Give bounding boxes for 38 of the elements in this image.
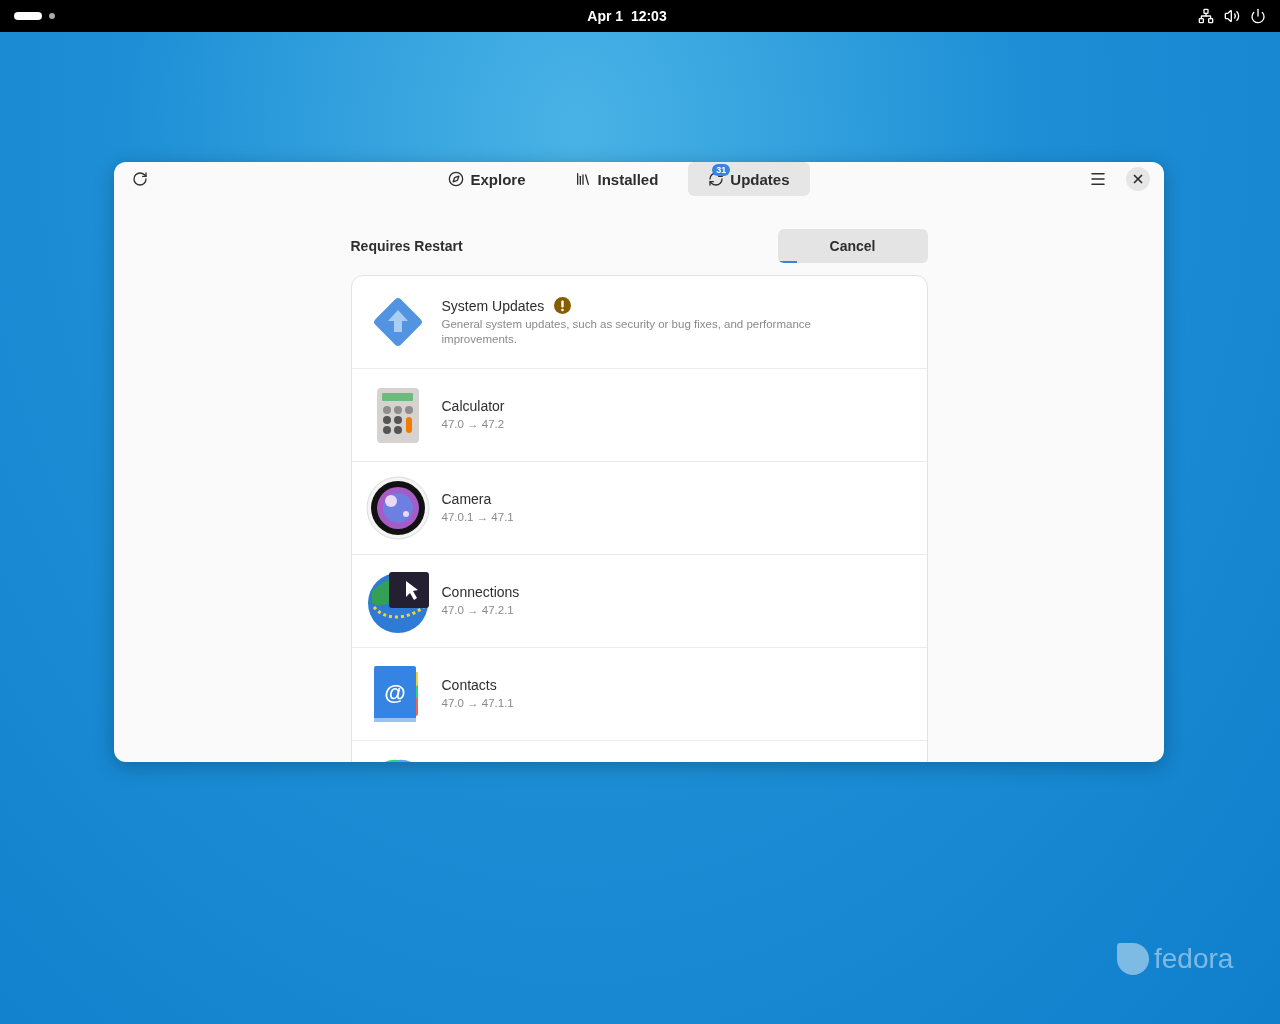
tab[interactable]: 31 Updates: [688, 162, 810, 196]
menu-icon: [1089, 170, 1107, 188]
camera-lens-icon: [365, 476, 430, 540]
tab-label: Explore: [470, 170, 526, 188]
update-row[interactable]: System Updates General system updates, such as security or bug fixes, and performance improvements.: [351, 276, 927, 369]
refresh-icon: [132, 171, 148, 187]
section-title: Requires Restart: [350, 238, 463, 254]
globe-cursor-icon: [365, 569, 430, 633]
update-row[interactable]: @ Contacts 47.0 → 47.1.1: [351, 648, 927, 741]
tab[interactable]: Installed: [555, 162, 679, 196]
close-icon: [1131, 172, 1145, 186]
app-name: Calculator: [441, 398, 505, 414]
version-change: 47.0.1 → 47.1: [441, 510, 514, 525]
library-icon: [575, 171, 592, 187]
workspace-indicator-icon[interactable]: [14, 12, 56, 20]
power-icon[interactable]: [1250, 8, 1266, 24]
version-change: 47.0 → 47.1.1: [441, 696, 514, 711]
compass-icon: [448, 171, 465, 187]
volume-icon[interactable]: [1224, 8, 1240, 24]
update-row[interactable]: Connections 47.0 → 47.2.1: [351, 555, 927, 648]
app-name: Contacts: [441, 677, 497, 693]
network-icon[interactable]: [1198, 8, 1214, 24]
update-row[interactable]: Camera 47.0.1 → 47.1: [351, 462, 927, 555]
count-badge: 31: [712, 164, 731, 176]
app-description: General system updates, such as security or bug fixes, and performance improvements.: [441, 317, 812, 347]
update-row[interactable]: Calculator 47.0 → 47.2: [351, 369, 927, 462]
clock[interactable]: Apr 1 12:03: [587, 8, 667, 24]
close-button[interactable]: [1126, 167, 1150, 191]
cancel-button[interactable]: Cancel: [777, 229, 928, 263]
wallpaper-logo: fedora: [1116, 942, 1234, 976]
app-name: System Updates: [441, 297, 545, 314]
app-name: Camera: [441, 491, 492, 507]
tab[interactable]: Explore: [428, 162, 546, 196]
tab-label: Updates: [730, 170, 790, 188]
version-change: 47.0 → 47.2.1: [441, 603, 515, 618]
tab-label: Installed: [597, 170, 659, 188]
version-change: 47.0 → 47.2: [441, 417, 505, 432]
app-name: Connections: [441, 584, 520, 600]
